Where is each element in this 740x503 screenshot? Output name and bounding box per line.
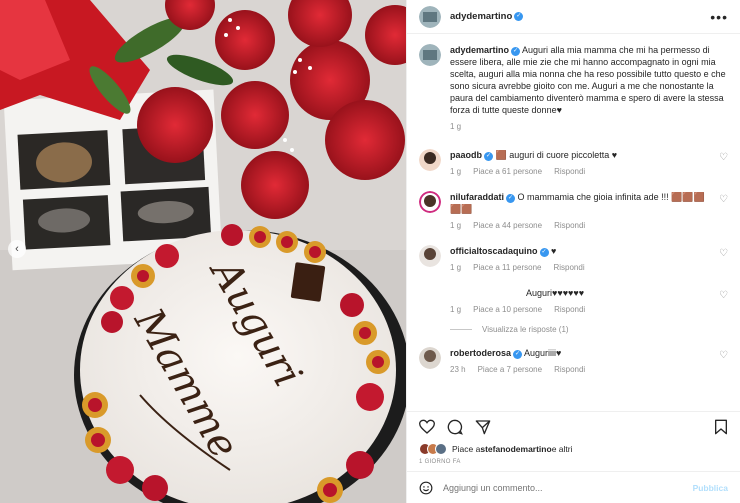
comment-username[interactable]: robertoderosa — [450, 348, 511, 358]
share-send-icon[interactable] — [475, 419, 491, 435]
likes-others[interactable]: e altri — [552, 444, 573, 454]
comment-username[interactable]: nilufaraddati — [450, 192, 504, 202]
comment-reply-item: Auguri♥♥♥♥♥♥ 1 g Piace a 10 persone Risp… — [450, 287, 728, 314]
author-avatar[interactable] — [419, 44, 441, 66]
carousel-prev-icon[interactable]: ‹ — [8, 240, 26, 258]
comments-list: adydemartino ✓ Auguri alla mia mamma che … — [407, 34, 740, 411]
reply-button[interactable]: Rispondi — [554, 305, 585, 314]
replies-divider — [450, 329, 472, 330]
caption: adydemartino ✓ Auguri alla mia mamma che … — [419, 44, 728, 131]
caption-time[interactable]: 1 g — [450, 122, 461, 131]
comment-time[interactable]: 23 h — [450, 365, 466, 374]
verified-icon: ✓ — [514, 12, 524, 21]
comment-time[interactable]: 1 g — [450, 263, 461, 272]
comment-username[interactable]: paaodb — [450, 150, 482, 160]
verified-icon: ✓ — [539, 248, 549, 257]
comment-likes[interactable]: Piace a 7 persone — [478, 365, 543, 374]
like-comment-icon[interactable]: ♡ — [714, 194, 728, 205]
like-comment-icon[interactable]: ♡ — [714, 152, 728, 163]
post-sidebar: adydemartino ✓ ••• adydemartino ✓ Auguri … — [406, 0, 740, 503]
verified-icon: ✓ — [511, 47, 521, 56]
instagram-post: Auguri Mamme ‹ adydemartino ✓ ••• adydem… — [0, 0, 740, 503]
post-photo[interactable]: Auguri Mamme ‹ — [0, 0, 406, 503]
likes-user[interactable]: stefanodemartino — [480, 444, 551, 454]
comment-item: robertoderosa ✓ Auguriiii♥ 23 h Piace a 7… — [419, 347, 728, 374]
reply-button[interactable]: Rispondi — [554, 167, 585, 176]
commenter-avatar[interactable] — [419, 191, 441, 213]
comment-likes[interactable]: Piace a 44 persone — [473, 221, 542, 230]
like-comment-icon[interactable]: ♡ — [714, 290, 728, 301]
comment-username[interactable]: officialtoscadaquino — [450, 246, 538, 256]
post-header: adydemartino ✓ ••• — [407, 0, 740, 34]
author-avatar[interactable] — [419, 5, 441, 28]
comment-likes[interactable]: Piace a 11 persone — [473, 263, 541, 272]
like-comment-icon[interactable]: ♡ — [714, 350, 728, 361]
verified-icon: ✓ — [513, 350, 523, 359]
view-replies-link[interactable]: Visualizza le risposte (1) — [450, 325, 728, 334]
caption-text: Auguri alla mia mamma che mi ha permesso… — [450, 45, 726, 115]
liker-avatars — [419, 443, 447, 455]
like-comment-icon[interactable]: ♡ — [714, 248, 728, 259]
likes-prefix: Piace a — [452, 444, 481, 454]
commenter-avatar[interactable] — [419, 347, 441, 369]
add-comment-bar: Pubblica — [407, 471, 740, 503]
more-options-icon[interactable]: ••• — [710, 9, 728, 25]
commenter-avatar[interactable] — [419, 245, 441, 267]
view-replies-label[interactable]: Visualizza le risposte (1) — [482, 325, 569, 334]
comment-text: 🟫 auguri di cuore piccoletta ♥ — [495, 150, 618, 160]
emoji-icon[interactable] — [419, 481, 433, 495]
reply-button[interactable]: Rispondi — [554, 221, 585, 230]
reply-button[interactable]: Rispondi — [554, 365, 585, 374]
comment-item: nilufaraddati ✓ O mammamia che gioia infi… — [419, 191, 728, 230]
comment-bubble-icon[interactable] — [447, 419, 463, 435]
bookmark-icon[interactable] — [714, 419, 728, 435]
like-heart-icon[interactable] — [419, 419, 435, 435]
comment-time[interactable]: 1 g — [450, 305, 461, 314]
reply-button[interactable]: Rispondi — [553, 263, 584, 272]
commenter-avatar[interactable] — [419, 149, 441, 171]
comment-text: Auguriiii♥ — [524, 348, 562, 358]
comment-time[interactable]: 1 g — [450, 167, 461, 176]
comment-likes[interactable]: Piace a 61 persone — [473, 167, 542, 176]
action-bar — [407, 411, 740, 441]
cake-photo: Auguri Mamme — [0, 0, 406, 503]
comment-time[interactable]: 1 g — [450, 221, 461, 230]
verified-icon: ✓ — [506, 194, 516, 203]
comment-item: officialtoscadaquino ✓ ♥ 1 g Piace a 11 p… — [419, 245, 728, 272]
comment-text: Auguri♥♥♥♥♥♥ — [526, 288, 585, 298]
comment-likes[interactable]: Piace a 10 persone — [473, 305, 542, 314]
post-date[interactable]: 1 GIORNO FA — [407, 457, 740, 471]
verified-icon: ✓ — [484, 152, 494, 161]
likes-summary: Piace a stefanodemartino e altri — [407, 441, 740, 457]
comment-item: paaodb ✓ 🟫 auguri di cuore piccoletta ♥ 1… — [419, 149, 728, 176]
comment-input[interactable] — [443, 482, 693, 493]
publish-button[interactable]: Pubblica — [693, 483, 728, 493]
author-username[interactable]: adydemartino — [450, 11, 512, 22]
caption-username[interactable]: adydemartino — [450, 45, 509, 55]
comment-text: ♥ — [551, 246, 557, 256]
